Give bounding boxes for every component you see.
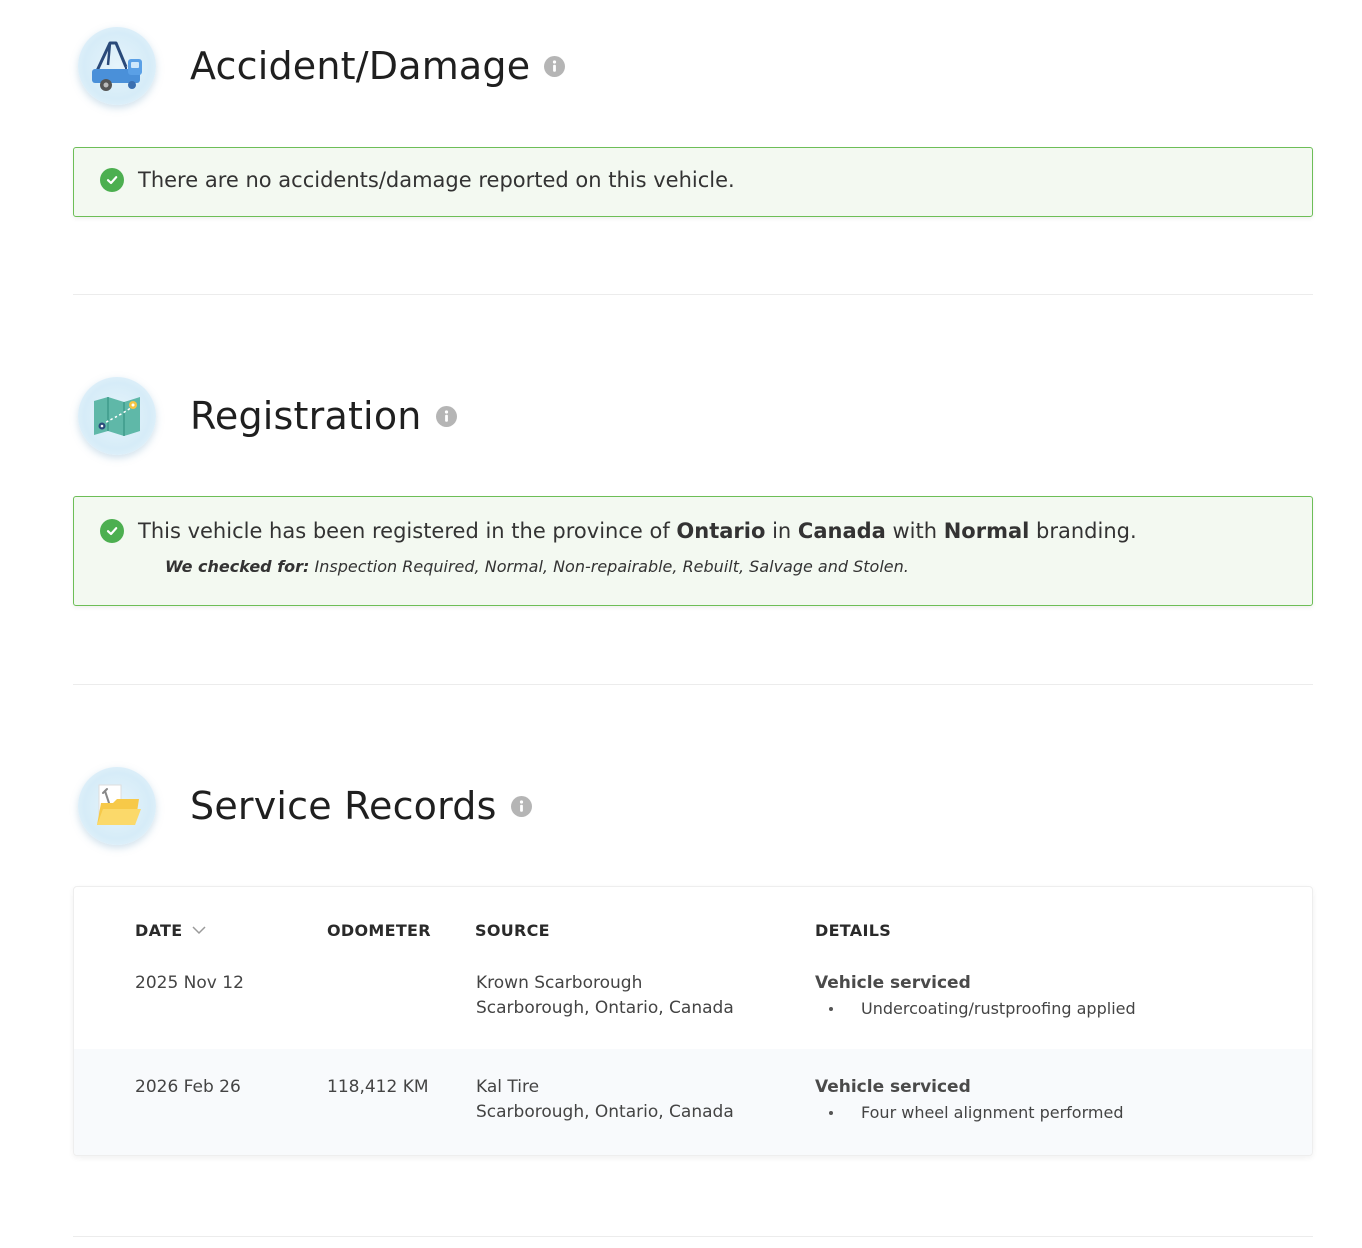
source-name: Kal Tire — [476, 1077, 540, 1097]
section-divider — [73, 684, 1313, 685]
registration-checked-for: We checked for: Inspection Required, Nor… — [165, 557, 909, 576]
accident-status-alert: There are no accidents/damage reported o… — [73, 147, 1313, 217]
section-divider — [73, 1236, 1313, 1237]
chevron-down-icon[interactable] — [192, 926, 206, 935]
service-records-table: DATE ODOMETER SOURCE DETAILS 2025 Nov 12… — [73, 886, 1313, 1156]
source-column-header: SOURCE — [475, 921, 550, 940]
details-column-header: DETAILS — [815, 921, 892, 940]
service-source: Krown Scarborough Scarborough, Ontario, … — [476, 971, 734, 1021]
folder-icon — [78, 767, 156, 845]
date-column-header[interactable]: DATE — [135, 921, 206, 940]
source-name: Krown Scarborough — [476, 973, 643, 993]
detail-item: Four wheel alignment performed — [815, 1100, 1123, 1125]
check-circle-icon — [100, 168, 124, 192]
detail-title: Vehicle serviced — [815, 973, 971, 993]
info-icon[interactable] — [435, 405, 457, 427]
accident-status-message: There are no accidents/damage reported o… — [138, 168, 735, 192]
detail-item: Undercoating/rustproofing applied — [815, 996, 1136, 1021]
registration-country: Canada — [797, 519, 886, 543]
service-section-header: Service Records — [78, 766, 532, 846]
odometer-column-header: ODOMETER — [327, 921, 431, 940]
service-section-title: Service Records — [190, 784, 497, 828]
registration-province: Ontario — [676, 519, 766, 543]
registration-section-header: Registration — [78, 376, 457, 456]
check-circle-icon — [100, 519, 124, 543]
map-icon — [78, 377, 156, 455]
table-row: 2025 Nov 12 Krown Scarborough Scarboroug… — [74, 963, 1312, 1049]
service-details: Vehicle serviced Undercoating/rustproofi… — [815, 971, 1136, 1021]
registration-section-title: Registration — [190, 394, 422, 438]
accident-section-title: Accident/Damage — [190, 44, 531, 88]
service-odometer: 118,412 KM — [327, 1077, 429, 1097]
bullet-icon — [829, 1110, 833, 1115]
service-source: Kal Tire Scarborough, Ontario, Canada — [476, 1075, 734, 1125]
accident-section-header: Accident/Damage — [78, 26, 566, 106]
section-divider — [73, 294, 1313, 295]
info-icon[interactable] — [544, 55, 566, 77]
info-icon[interactable] — [510, 795, 532, 817]
service-date: 2025 Nov 12 — [135, 973, 244, 993]
registration-status-message: This vehicle has been registered in the … — [138, 519, 1137, 543]
vehicle-history-page: Accident/Damage There are no accidents/d… — [0, 0, 1362, 1248]
detail-title: Vehicle serviced — [815, 1077, 971, 1097]
registration-status-alert: This vehicle has been registered in the … — [73, 496, 1313, 606]
table-row: 2026 Feb 26 118,412 KM Kal Tire Scarboro… — [74, 1049, 1312, 1155]
service-details: Vehicle serviced Four wheel alignment pe… — [815, 1075, 1123, 1125]
tow-truck-icon — [78, 27, 156, 105]
source-location: Scarborough, Ontario, Canada — [476, 998, 734, 1018]
service-date: 2026 Feb 26 — [135, 1077, 241, 1097]
registration-branding: Normal — [943, 519, 1030, 543]
source-location: Scarborough, Ontario, Canada — [476, 1102, 734, 1122]
bullet-icon — [829, 1006, 833, 1011]
